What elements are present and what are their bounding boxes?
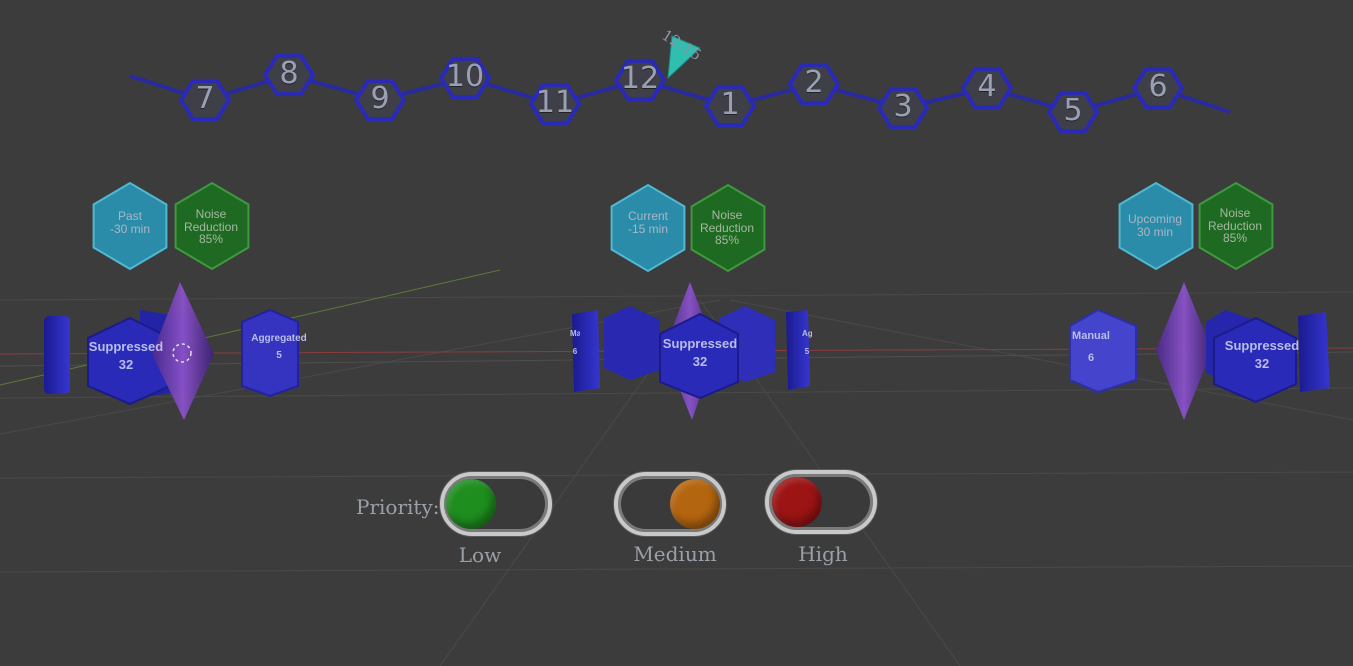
crystal[interactable]: [152, 282, 214, 420]
priority-toggle-medium[interactable]: [614, 472, 726, 536]
side-slab[interactable]: [1298, 312, 1330, 392]
toggle-knob-low: [446, 479, 496, 529]
priority-label-medium: Medium: [633, 542, 717, 566]
hour-label: 1: [720, 87, 740, 122]
hour-label: 4: [977, 69, 997, 104]
hour-label: 11: [535, 85, 575, 120]
priority-toggle-high[interactable]: [765, 470, 877, 534]
toggle-knob-medium: [670, 479, 720, 529]
noise-chip-hex[interactable]: [1198, 181, 1274, 271]
time-chip-hex[interactable]: [1118, 181, 1194, 271]
time-chip-hex[interactable]: [610, 183, 686, 273]
back-node-left: [604, 306, 660, 380]
hour-label: 12: [620, 61, 660, 96]
manual-node[interactable]: [1069, 308, 1137, 394]
panel-past: [44, 282, 299, 420]
priority-label-low: Low: [458, 543, 502, 567]
hour-label: 10: [445, 59, 485, 94]
hour-label: 2: [804, 65, 824, 100]
priority-label-high: High: [798, 542, 848, 566]
priority-toggle-low[interactable]: [440, 472, 552, 536]
hour-label: 3: [893, 89, 913, 124]
aggregated-slab[interactable]: [786, 310, 810, 390]
hour-label: 5: [1063, 93, 1083, 128]
priority-label: Priority:: [356, 495, 440, 519]
noise-chip-hex[interactable]: [174, 181, 250, 271]
time-chip-hex[interactable]: [92, 181, 168, 271]
hour-label: 6: [1148, 69, 1168, 104]
hour-label: 8: [279, 56, 299, 91]
panel-upcoming: [1069, 282, 1330, 420]
hour-label: 7: [195, 81, 215, 116]
noise-chip-hex[interactable]: [690, 183, 766, 273]
hour-label: 9: [370, 81, 390, 116]
manual-slab[interactable]: [572, 310, 600, 392]
toggle-knob-high: [772, 477, 822, 527]
panel-chips: [92, 181, 1274, 273]
side-slab[interactable]: [44, 316, 70, 394]
panel-current: [572, 282, 810, 420]
crystal[interactable]: [1156, 282, 1212, 420]
aggregated-node[interactable]: [241, 308, 299, 398]
